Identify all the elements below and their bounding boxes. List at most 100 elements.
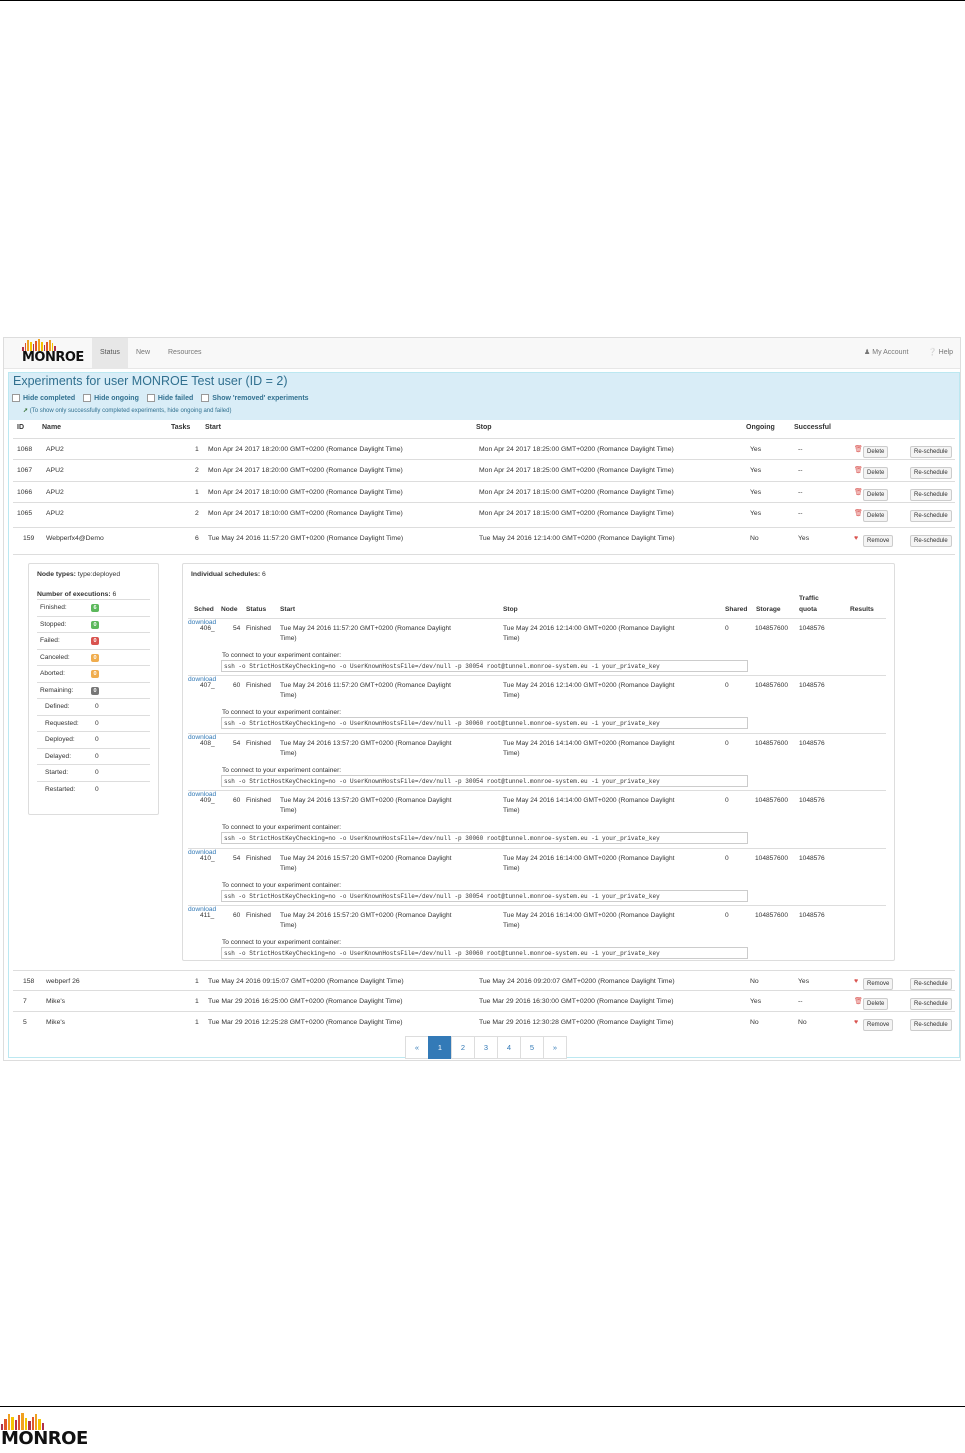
sched-stop: Tue May 24 2016 16:14:00 GMT+0200 (Roman… [503,911,674,931]
sched-node: 60 [233,912,241,919]
nav-new[interactable]: New [128,338,158,368]
trash-icon[interactable]: 🗑 [854,510,863,518]
executions-label: Number of executions: [37,591,111,598]
col-name[interactable]: Name [42,424,61,431]
sched-id[interactable]: 410_ [200,854,215,864]
sched-id[interactable]: 406_ [200,624,215,634]
trash-icon[interactable]: 🗑 [854,998,863,1006]
delete-button[interactable]: Delete [863,467,889,479]
reschedule-button[interactable]: Re-schedule [910,978,952,990]
remaining-row: Defined: 0 [37,698,150,715]
filter-shortcut[interactable]: ➚ (To show only successfully completed e… [23,407,231,414]
filter-hide-completed[interactable]: Hide completed [12,394,75,402]
reschedule-button[interactable]: Re-schedule [910,1019,952,1031]
page-5[interactable]: 5 [520,1036,544,1059]
cell-name: webperf 26 [46,978,80,985]
ssh-command-field[interactable]: ssh -o StrictHostKeyChecking=no -o UserK… [221,947,748,959]
filter-hide-ongoing[interactable]: Hide ongoing [83,394,139,402]
navbar: MONROE Status New Resources ♟ My Account… [4,338,960,369]
cell-name: APU2 [46,510,64,517]
table-row[interactable]: 1066 APU2 1 Mon Apr 24 2017 18:10:00 GMT+02… [13,481,955,503]
remove-button[interactable]: Remove [863,1019,894,1031]
my-account-link[interactable]: ♟ My Account [864,338,908,368]
delete-button[interactable]: Delete [863,510,889,522]
help-link[interactable]: ❔ Help [928,338,953,368]
remove-button[interactable]: Remove [863,978,894,990]
table-row[interactable]: 158 webperf 26 1 Tue May 24 2016 09:15:07 G… [13,970,955,992]
sched-id[interactable]: 409_ [200,796,215,806]
reschedule-button[interactable]: Re-schedule [910,489,952,501]
reschedule-button[interactable]: Re-schedule [910,467,952,479]
page-prev[interactable]: « [405,1036,429,1059]
filter-show-removed[interactable]: Show 'removed' experiments [201,394,309,402]
table-row[interactable]: 7 Mike's 1 Tue Mar 29 2016 16:25:00 GMT+020… [13,990,955,1012]
checkbox[interactable] [83,394,92,402]
table-row[interactable]: 1065 APU2 2 Mon Apr 24 2017 18:10:00 GMT+02… [13,502,955,524]
schedule-row: 411_ 60 Finished Tue May 24 2016 15:57:20 G… [188,905,886,963]
sched-start-line1: Tue May 24 2016 11:57:20 GMT+0200 (Roman… [280,682,451,690]
ssh-command-field[interactable]: ssh -o StrictHostKeyChecking=no -o UserK… [221,717,748,730]
reschedule-button[interactable]: Re-schedule [910,510,952,522]
cell-successful: -- [798,467,803,474]
sched-id[interactable]: 408_ [200,739,215,749]
node-types: Node types: type:deployed [29,564,128,585]
cell-id: 5 [23,1019,27,1026]
cell-id: 1066 [17,489,33,496]
delete-button[interactable]: Delete [863,489,889,501]
arrow-icon: ➚ [23,408,29,414]
sched-shared: 0 [725,682,729,690]
ssh-command-field[interactable]: ssh -o StrictHostKeyChecking=no -o UserK… [221,889,748,902]
reschedule-button[interactable]: Re-schedule [910,535,952,547]
table-row[interactable]: 159 Webperfx4@Demo 6 Tue May 24 2016 11:57:… [13,527,955,549]
page-4[interactable]: 4 [497,1036,521,1059]
sched-start-line1: Tue May 24 2016 11:57:20 GMT+0200 (Roman… [280,625,451,632]
nav-resources[interactable]: Resources [160,338,209,368]
remaining-label: Restarted: [45,785,76,793]
cell-name: Mike's [46,998,66,1005]
remove-icon[interactable]: ♥ [854,1019,860,1027]
remaining-value: 0 [95,785,99,793]
sched-shared: 0 [725,912,729,919]
ssh-command-field[interactable]: ssh -o StrictHostKeyChecking=no -o UserK… [221,832,748,845]
delete-button[interactable]: Delete [863,998,889,1010]
page-next[interactable]: » [543,1036,567,1059]
checkbox[interactable] [146,394,155,402]
filter-hide-failed[interactable]: Hide failed [146,394,193,402]
delete-button[interactable]: Delete [863,446,889,458]
remove-button[interactable]: Remove [863,535,894,547]
col-id[interactable]: ID [17,424,24,431]
page-2[interactable]: 2 [451,1036,475,1059]
trash-icon[interactable]: 🗑 [854,467,863,475]
table-row[interactable]: 5 Mike's 1 Tue Mar 29 2016 12:25:28 GMT+020… [13,1011,955,1033]
reschedule-button[interactable]: Re-schedule [910,998,952,1010]
sched-id[interactable]: 411_ [200,911,214,921]
remove-icon[interactable]: ♥ [854,978,860,986]
table-row[interactable]: 1067 APU2 2 Mon Apr 24 2017 18:20:00 GMT+02… [13,459,955,481]
sched-id[interactable]: 407_ [200,681,215,691]
col-tasks[interactable]: Tasks [171,424,190,431]
monroe-logo[interactable]: MONROE [22,339,84,364]
cell-successful: -- [798,998,803,1005]
col-stop[interactable]: Stop [476,424,492,431]
page-3[interactable]: 3 [474,1036,498,1059]
cell-stop: Mon Apr 24 2017 18:15:00 GMT+0200 (Roman… [479,510,674,517]
remaining-value: 0 [95,736,99,743]
trash-icon[interactable]: 🗑 [854,489,863,497]
page-1[interactable]: 1 [428,1036,452,1059]
trash-icon[interactable]: 🗑 [854,446,863,454]
checkbox[interactable] [12,394,20,402]
table-row[interactable]: 1068 APU2 1 Mon Apr 24 2017 18:20:00 GMT+02… [13,438,955,460]
col-successful[interactable]: Successful [794,424,831,431]
checkbox[interactable] [201,394,210,402]
col-ongoing[interactable]: Ongoing [746,424,775,431]
ssh-command-field[interactable]: ssh -o StrictHostKeyChecking=no -o UserK… [221,774,748,787]
reschedule-button[interactable]: Re-schedule [910,446,952,458]
nav-status[interactable]: Status [92,338,128,368]
ssh-command-field[interactable]: ssh -o StrictHostKeyChecking=no -o UserK… [221,660,748,672]
sched-traffic: 1048576 [799,912,825,919]
col-traffic: Traffic [799,595,819,602]
remove-icon[interactable]: ♥ [854,535,860,543]
schedule-row: 408_ 54 Finished Tue May 24 2016 13:57:20 G… [188,732,886,791]
col-start[interactable]: Start [205,424,221,431]
sched-stop: Tue May 24 2016 14:14:00 GMT+0200 (Roman… [503,739,674,759]
